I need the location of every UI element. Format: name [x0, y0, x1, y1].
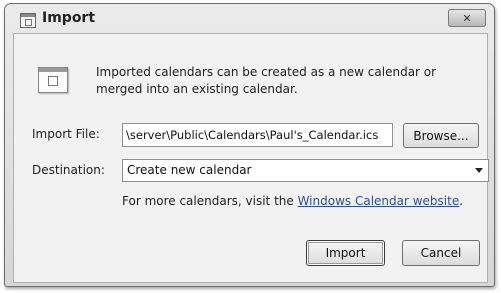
destination-selected-value: Create new calendar: [127, 163, 252, 177]
windows-calendar-website-link[interactable]: Windows Calendar website: [298, 194, 460, 208]
browse-button[interactable]: Browse...: [403, 123, 479, 148]
more-calendars-suffix: .: [459, 194, 464, 208]
cancel-button[interactable]: Cancel: [402, 240, 480, 266]
more-calendars-text: For more calendars, visit the Windows Ca…: [122, 194, 463, 208]
info-message: Imported calendars can be created as a n…: [96, 65, 437, 96]
more-calendars-prefix: For more calendars, visit the: [122, 194, 298, 208]
dialog-title: Import: [42, 10, 96, 26]
dialog-body: Imported calendars can be created as a n…: [13, 33, 489, 283]
destination-select[interactable]: Create new calendar: [122, 159, 489, 182]
calendar-import-icon: [38, 67, 68, 93]
import-file-label: Import File:: [32, 127, 100, 141]
chevron-down-icon[interactable]: [475, 168, 483, 173]
close-button[interactable]: ✕: [448, 9, 486, 27]
import-dialog: Import ✕ Imported calendars can be creat…: [4, 3, 495, 287]
destination-label: Destination:: [32, 163, 105, 177]
close-icon: ✕: [462, 11, 472, 25]
title-bar: Import ✕: [5, 4, 494, 32]
calendar-import-icon: [20, 13, 36, 28]
import-file-field[interactable]: \server\Public\Calendars\Paul's_Calendar…: [122, 123, 393, 147]
import-button[interactable]: Import: [306, 240, 385, 266]
